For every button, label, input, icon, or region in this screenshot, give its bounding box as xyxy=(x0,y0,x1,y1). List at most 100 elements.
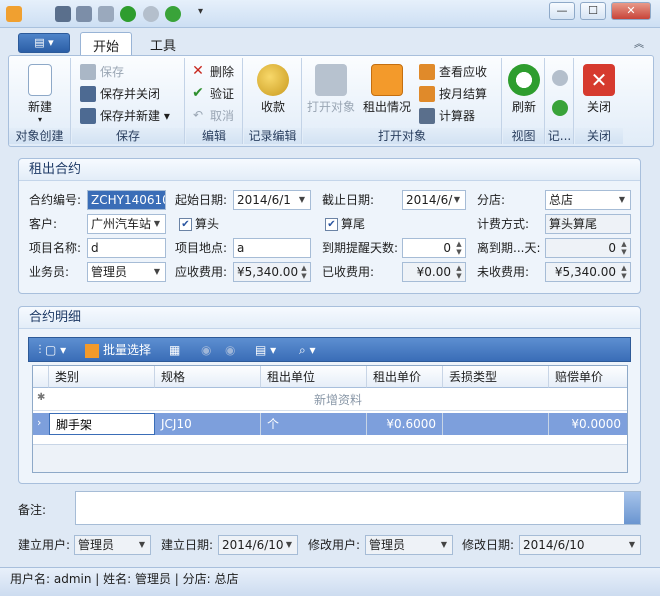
new-row-icon[interactable]: ▢ ▾ xyxy=(45,341,66,359)
cancel-label: 取消 xyxy=(210,109,235,123)
cell-comp-price[interactable]: ¥0.0000 xyxy=(549,413,627,435)
chevron-down-icon: ▼ xyxy=(618,195,626,204)
close-button[interactable]: ✕ 关闭 xyxy=(579,60,619,115)
cell-category[interactable]: 脚手架 xyxy=(49,413,155,435)
project-name-label: 项目名称: xyxy=(29,241,82,255)
table-row[interactable]: › 脚手架 JCJ10 个 ¥0.6000 ¥0.0000 xyxy=(33,413,627,435)
head-calc-checkbox[interactable]: ✔ xyxy=(179,218,192,231)
open-object-button[interactable]: 打开对象 xyxy=(305,60,357,115)
grid-save-icon[interactable]: ▦ xyxy=(169,341,180,359)
undo-icon: ↶ xyxy=(192,108,204,122)
end-date-field[interactable]: 2014/6/▼ xyxy=(402,190,466,210)
minimize-button[interactable]: — xyxy=(549,2,575,20)
group-label-edit: 编辑 xyxy=(186,128,242,144)
column-header-category[interactable]: 类别 xyxy=(49,366,155,388)
cell-unit[interactable]: 个 xyxy=(261,413,367,435)
scrollbar[interactable] xyxy=(624,492,640,524)
batch-select-icon xyxy=(85,343,99,358)
next-record-icon[interactable] xyxy=(552,100,568,116)
maximize-button[interactable]: ☐ xyxy=(580,2,606,20)
ribbon: 新建 ▾ 对象创建 保存 保存并关闭 保存并新建 ▾ 保存 ✕ 删除 ✔ 验证 ↶ 取… xyxy=(8,55,654,147)
branch-select[interactable]: 总店 ▼ xyxy=(545,190,631,210)
spinner-arrows-icon: ▲ ▼ xyxy=(621,264,627,280)
undo-icon[interactable] xyxy=(98,6,114,22)
tab-home[interactable]: 开始 xyxy=(80,32,133,56)
start-date-field[interactable]: 2014/6/1 ▼ xyxy=(233,190,311,210)
contract-no-field[interactable]: ZCHY140610 xyxy=(87,190,166,210)
chevron-down-icon: ▼ xyxy=(453,195,461,204)
receive-button[interactable]: 收款 xyxy=(250,60,296,115)
rent-info-button[interactable]: 租出情况 xyxy=(359,60,415,115)
cancel-button[interactable]: ↶ 取消 xyxy=(188,106,234,126)
column-header-price[interactable]: 租出单价 xyxy=(367,366,443,388)
collapse-ribbon-icon[interactable]: ︽ xyxy=(634,35,644,50)
chevron-down-icon: ▼ xyxy=(628,540,636,549)
customer-select[interactable]: 广州汽车站 ▼ xyxy=(87,214,166,234)
group-label-record: 记... xyxy=(546,128,573,144)
monthly-settle-button[interactable]: 按月结算 xyxy=(417,84,487,104)
chevron-down-icon: ▼ xyxy=(440,540,448,549)
refresh-icon[interactable] xyxy=(120,6,136,22)
prev-record-icon[interactable] xyxy=(552,70,568,86)
remind-days-spinner[interactable]: 0 ▲ ▼ xyxy=(402,238,466,258)
app-menu-button[interactable]: ▤ ▾ xyxy=(18,33,70,53)
customize-qa-icon[interactable]: ▾ xyxy=(198,6,214,22)
billing-label: 计费方式: xyxy=(477,217,530,231)
group-create: 新建 ▾ 对象创建 xyxy=(9,58,71,144)
project-site-input[interactable]: a xyxy=(233,238,311,258)
save-close-icon[interactable] xyxy=(76,6,92,22)
ribbon-tabs: ▤ ▾ 开始 工具 ︽ xyxy=(0,29,660,56)
delete-icon: ✕ xyxy=(192,63,204,79)
group-label-view: 视图 xyxy=(503,128,544,144)
salesman-label: 业务员: xyxy=(29,265,70,279)
column-header-spec[interactable]: 规格 xyxy=(155,366,261,388)
tab-tools[interactable]: 工具 xyxy=(138,32,188,56)
spinner-arrows-icon: ▲ ▼ xyxy=(621,240,627,256)
calculator-button[interactable]: 计算器 xyxy=(417,106,475,126)
down-icon[interactable] xyxy=(165,6,181,22)
move-down-icon[interactable]: ◉ xyxy=(225,341,235,359)
up-icon[interactable] xyxy=(143,6,159,22)
column-header-comp-price[interactable]: 赔偿单价 xyxy=(549,366,627,388)
project-name-input[interactable]: d xyxy=(87,238,166,258)
remark-textarea[interactable] xyxy=(75,491,641,525)
chevron-down-icon: ▼ xyxy=(153,267,161,276)
delete-button[interactable]: ✕ 删除 xyxy=(188,62,234,82)
cell-loss-type[interactable] xyxy=(443,413,549,435)
group-open-object: 打开对象 租出情况 查看应收 按月结算 计算器 打开对象 xyxy=(303,58,502,144)
column-header-unit[interactable]: 租出单位 xyxy=(261,366,367,388)
cell-spec[interactable]: JCJ10 xyxy=(155,413,261,435)
contract-panel-title: 租出合约 xyxy=(19,159,640,181)
customer-label: 客户: xyxy=(29,217,58,231)
details-grid: 类别 规格 租出单位 租出单价 丢损类型 赔偿单价 ✱ 新增资料 › 脚手架 J… xyxy=(32,365,628,473)
calculator-icon xyxy=(419,108,435,124)
close-label: 关闭 xyxy=(586,100,611,114)
cell-price[interactable]: ¥0.6000 xyxy=(367,413,443,435)
row-indicator-header xyxy=(33,366,49,388)
view-receivable-button[interactable]: 查看应收 xyxy=(417,62,487,82)
spinner-arrows-icon: ▲ ▼ xyxy=(301,264,307,280)
created-by-label: 建立用户: xyxy=(18,538,71,552)
grip-icon: ⋮ xyxy=(35,344,45,355)
close-window-button[interactable]: ✕ xyxy=(611,2,651,20)
print-icon[interactable]: ▤ ▾ xyxy=(255,341,276,359)
group-label-record-edit: 记录编辑 xyxy=(244,128,301,144)
save-icon[interactable] xyxy=(55,6,71,22)
save-button[interactable]: 保存 xyxy=(78,62,124,82)
new-button[interactable]: 新建 ▾ xyxy=(15,60,65,124)
column-header-loss-type[interactable]: 丢损类型 xyxy=(443,366,549,388)
tail-calc-checkbox[interactable]: ✔ xyxy=(325,218,338,231)
refresh-button[interactable]: 刷新 xyxy=(505,60,543,115)
verify-button[interactable]: ✔ 验证 xyxy=(188,84,234,104)
move-up-icon[interactable]: ◉ xyxy=(201,341,211,359)
verify-label: 验证 xyxy=(210,87,235,101)
save-close-button[interactable]: 保存并关闭 xyxy=(78,84,160,104)
find-icon[interactable]: ⌕ ▾ xyxy=(299,341,316,359)
batch-select-button[interactable]: 批量选择 xyxy=(85,341,151,359)
spinner-arrows-icon: ▲ ▼ xyxy=(456,264,462,280)
save-close-icon xyxy=(80,86,96,102)
salesman-select[interactable]: 管理员 ▼ xyxy=(87,262,166,282)
group-label-create: 对象创建 xyxy=(9,128,70,144)
save-new-button[interactable]: 保存并新建 ▾ xyxy=(78,106,170,126)
new-row[interactable]: ✱ 新增资料 xyxy=(33,389,627,411)
